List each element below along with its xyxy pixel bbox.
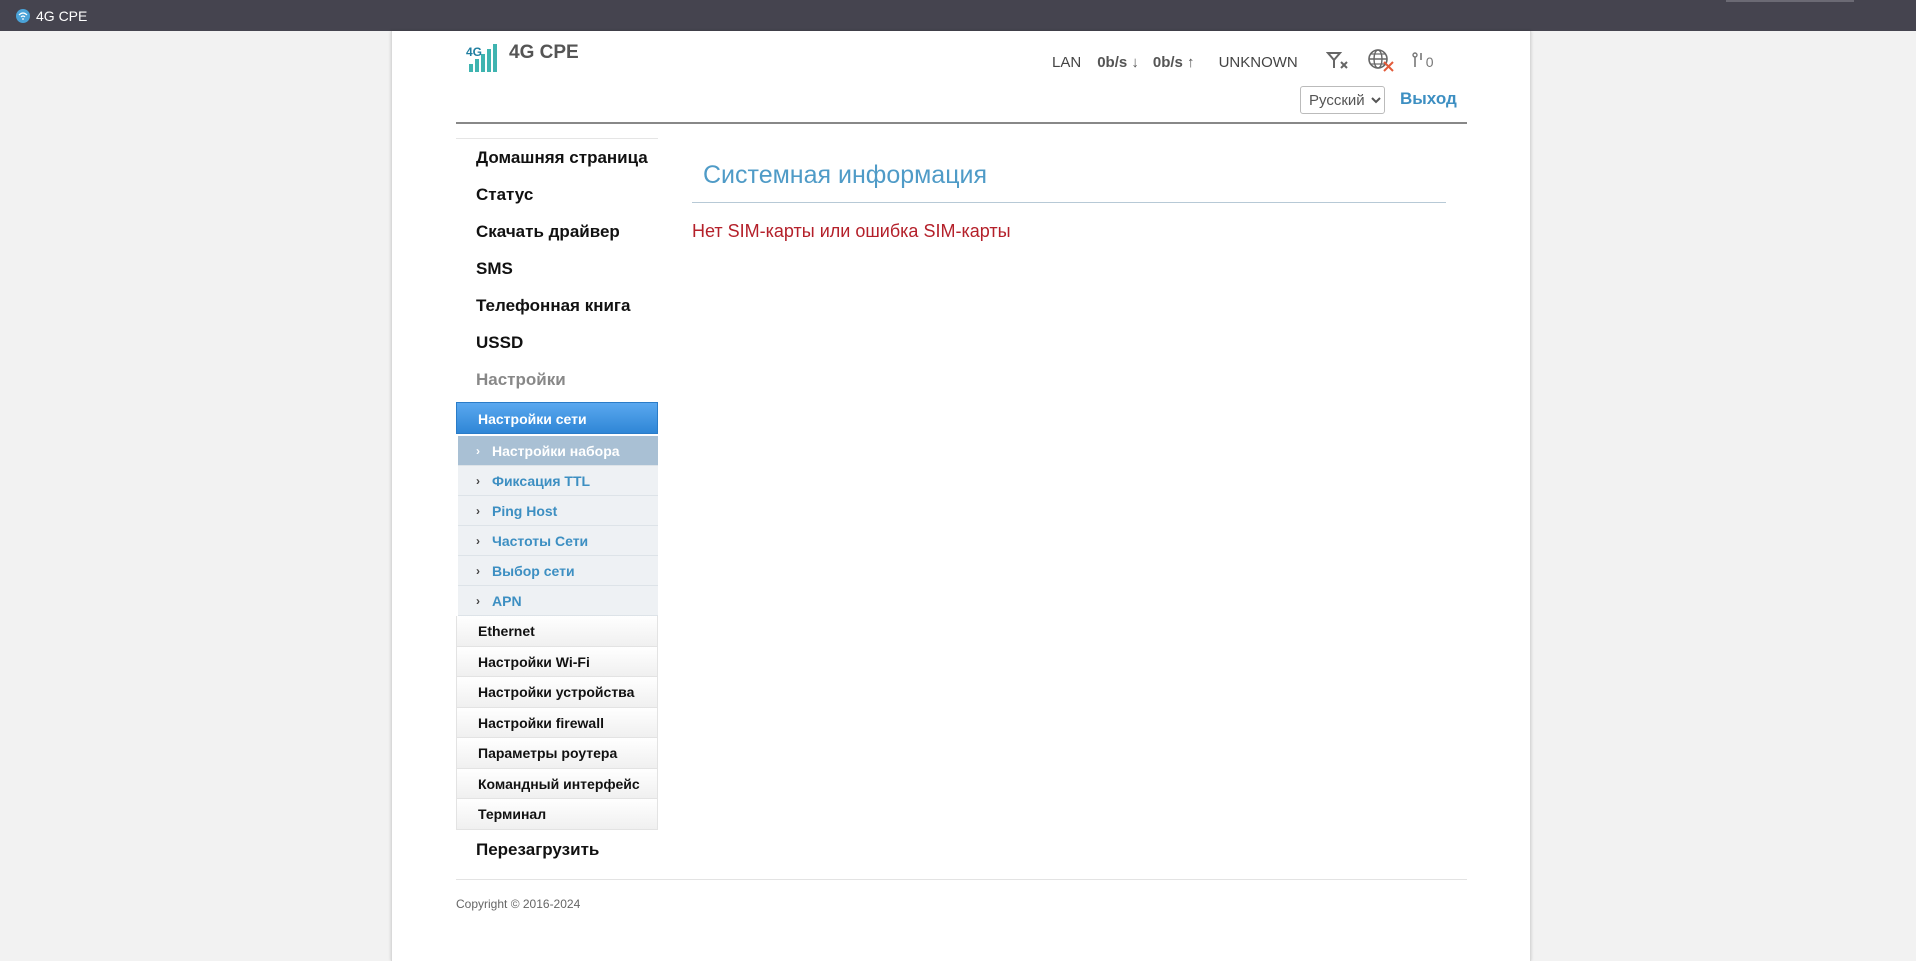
logo[interactable]: 4G 4G CPE — [465, 40, 579, 74]
chevron-right-icon: › — [476, 443, 480, 458]
sidebar-item-download-driver[interactable]: Скачать драйвер — [456, 220, 658, 257]
sidebar-subitem-label: Фиксация TTL — [492, 472, 591, 489]
sidebar-item-phonebook[interactable]: Телефонная книга — [456, 294, 658, 331]
sidebar-subitem-label: Ping Host — [492, 502, 558, 519]
sidebar-item-ussd[interactable]: USSD — [456, 331, 658, 368]
sim-error-message: Нет SIM-карты или ошибка SIM-карты — [692, 221, 1011, 241]
footer-divider — [456, 879, 1467, 880]
no-signal-icon — [1325, 50, 1350, 74]
upload-speed: 0b/s ↑ — [1152, 53, 1195, 71]
sidebar-subitem-ping-host[interactable]: › Ping Host — [458, 496, 658, 526]
logout-link[interactable]: Выход — [1400, 89, 1457, 109]
connection-type: LAN — [1052, 53, 1082, 71]
sidebar-subitem-label: Настройки набора — [492, 442, 620, 459]
sidebar-item-ethernet[interactable]: Ethernet — [456, 616, 658, 647]
status-bar: LAN 0b/s ↓ 0b/s ↑ UNKNOWN 0 — [1052, 48, 1434, 76]
sidebar-item-router-parameters[interactable]: Параметры роутера — [456, 738, 658, 769]
wifi-icon — [16, 9, 30, 23]
clients-count: 0 — [1425, 54, 1434, 70]
copyright: Copyright © 2016-2024 — [456, 897, 581, 911]
browser-tab-title: 4G CPE — [36, 8, 88, 24]
language-select[interactable]: Русский — [1300, 86, 1385, 114]
sidebar-item-reboot[interactable]: Перезагрузить — [456, 838, 658, 875]
chevron-right-icon: › — [476, 593, 480, 608]
sidebar-item-settings[interactable]: Настройки — [456, 368, 658, 402]
sidebar: Домашняя страница Статус Скачать драйвер… — [456, 138, 658, 875]
svg-text:4G: 4G — [466, 45, 482, 59]
operator-name: UNKNOWN — [1218, 53, 1298, 71]
sidebar-subitem-label: Частоты Сети — [492, 532, 589, 549]
sidebar-item-terminal[interactable]: Терминал — [456, 799, 658, 830]
internet-disconnected-icon — [1366, 48, 1396, 76]
chevron-right-icon: › — [476, 503, 480, 518]
sidebar-item-device-settings[interactable]: Настройки устройства — [456, 677, 658, 708]
logo-title: 4G CPE — [509, 42, 579, 63]
title-divider — [692, 202, 1446, 203]
sidebar-subitem-dial-settings[interactable]: › Настройки набора — [458, 436, 658, 466]
chevron-right-icon: › — [476, 473, 480, 488]
chevron-right-icon: › — [476, 533, 480, 548]
chevron-right-icon: › — [476, 563, 480, 578]
sidebar-item-command-interface[interactable]: Командный интерфейс — [456, 768, 658, 799]
sidebar-subitem-network-select[interactable]: › Выбор сети — [458, 556, 658, 586]
clients-icon — [1412, 51, 1426, 73]
sidebar-item-home[interactable]: Домашняя страница — [456, 146, 658, 183]
sidebar-subitem-label: Выбор сети — [492, 562, 575, 579]
sidebar-item-wifi-settings[interactable]: Настройки Wi-Fi — [456, 646, 658, 677]
browser-topbar: 4G CPE — [0, 0, 1916, 31]
sidebar-subitem-label: APN — [492, 592, 522, 609]
sidebar-subitem-apn[interactable]: › APN — [458, 586, 658, 616]
sidebar-item-network-settings[interactable]: Настройки сети — [456, 402, 658, 434]
download-speed: 0b/s ↓ — [1097, 53, 1139, 71]
sidebar-item-status[interactable]: Статус — [456, 183, 658, 220]
header-divider — [456, 122, 1467, 124]
sidebar-item-sms[interactable]: SMS — [456, 257, 658, 294]
sidebar-subitem-frequencies[interactable]: › Частоты Сети — [458, 526, 658, 556]
signal-logo-icon: 4G — [466, 44, 497, 72]
sidebar-top-divider — [456, 138, 658, 139]
router-page: 4G 4G CPE LAN 0b/s ↓ 0b/s ↑ UNKNOWN 0 Ру… — [391, 31, 1531, 961]
window-edge-line — [1726, 0, 1854, 2]
sidebar-subitem-ttl[interactable]: › Фиксация TTL — [458, 466, 658, 496]
sidebar-item-firewall-settings[interactable]: Настройки firewall — [456, 707, 658, 738]
browser-tab[interactable]: 4G CPE — [16, 8, 87, 24]
page-title: Системная информация — [703, 161, 988, 189]
